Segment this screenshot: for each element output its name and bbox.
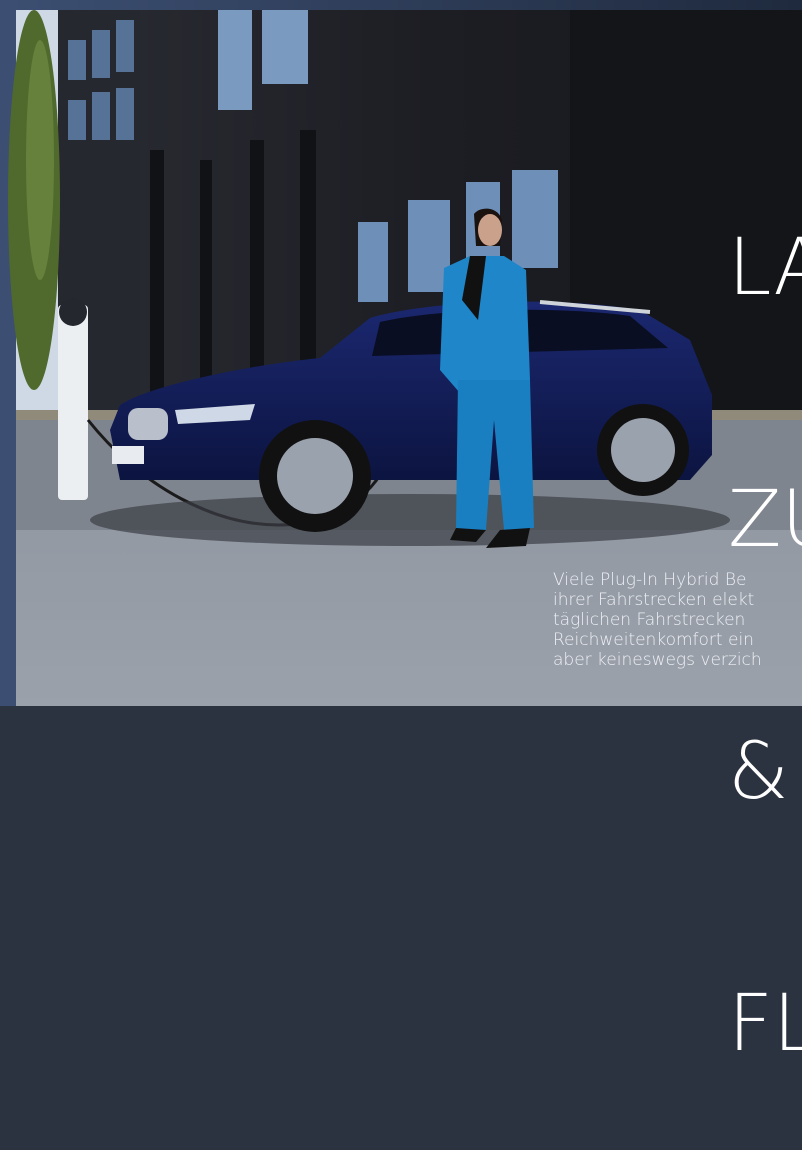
tree-highlight (26, 40, 54, 280)
car-plate (112, 446, 144, 464)
car-shadow (90, 494, 730, 546)
charging-station (58, 305, 88, 500)
body-line-5: aber keineswegs verzich (553, 650, 762, 670)
body-line-3: täglichen Fahrstrecken (553, 610, 746, 630)
body-text: Viele Plug-In Hybrid Be ihrer Fahrstreck… (553, 570, 762, 670)
headline-line-3: & (728, 727, 789, 817)
car-rear-rim (611, 418, 675, 482)
headline-line-4: FL (728, 979, 802, 1069)
car-grille (128, 408, 168, 440)
woman-face (478, 214, 502, 246)
car-front-rim (277, 438, 353, 514)
body-line-4: Reichweitenkomfort ein (553, 630, 754, 650)
body-line-2: ihrer Fahrstrecken elekt (553, 590, 755, 610)
headline-line-1: LA (728, 223, 802, 313)
body-line-1: Viele Plug-In Hybrid Be (553, 570, 747, 590)
headline-line-2: ZU (728, 475, 802, 565)
woman-jacket (440, 256, 530, 400)
charging-station-head (59, 298, 87, 326)
